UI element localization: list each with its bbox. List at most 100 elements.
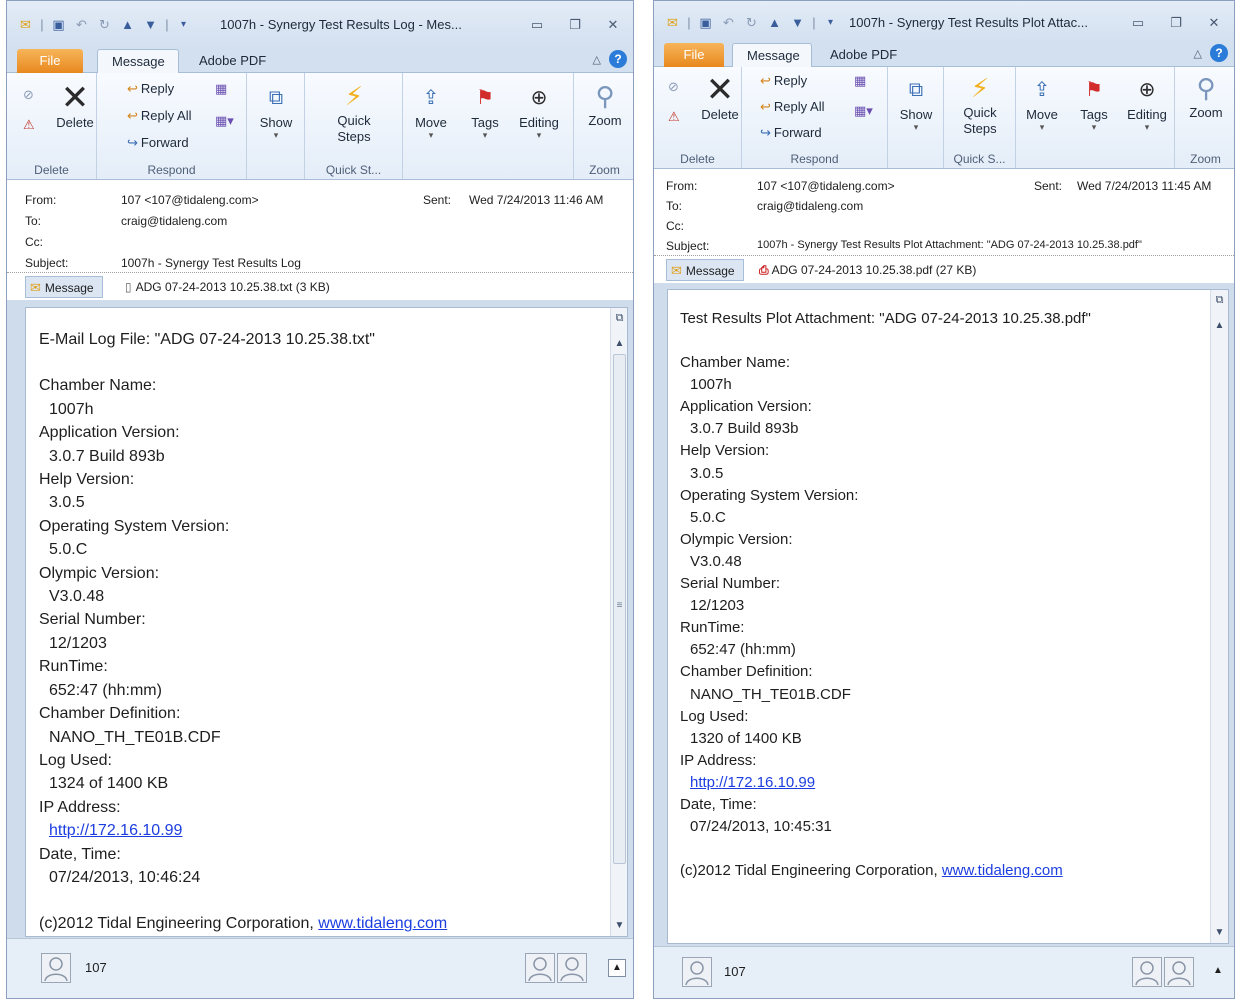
from-value[interactable]: 107 <107@tidaleng.com> [757, 179, 895, 193]
reply-button[interactable]: ↩ Reply [760, 73, 807, 89]
help-icon[interactable]: ? [609, 50, 627, 68]
down-arrow-icon[interactable]: ▼ [789, 15, 806, 31]
more-respond-icon[interactable]: ▦▾ [854, 103, 873, 119]
down-arrow-icon[interactable]: ▼ [142, 17, 159, 33]
help-icon[interactable]: ? [1210, 44, 1228, 62]
ribbon: ⊘ ⚠ ✕ Delete Delete ↩ Reply ↩ Reply All ↪ F… [654, 67, 1234, 169]
tags-button[interactable]: ⚑ Tags ▾ [1074, 75, 1114, 133]
editing-button[interactable]: ⊕ Editing ▾ [515, 83, 563, 141]
scroll-down-icon[interactable]: ▼ [611, 918, 627, 934]
delete-button[interactable]: ✕ Delete [55, 81, 95, 130]
customize-qat-icon[interactable]: ▾ [175, 17, 192, 33]
tab-message[interactable]: Message [732, 43, 812, 67]
person-avatar-icon[interactable] [557, 953, 587, 983]
up-arrow-icon[interactable]: ▲ [119, 17, 136, 33]
expand-people-pane-icon[interactable]: ▲ [1209, 963, 1227, 981]
vertical-scrollbar[interactable]: ⧉ ▲ ≡ ▼ [610, 308, 627, 936]
move-label: Move [415, 115, 447, 130]
show-dropdown-icon: ▾ [273, 130, 279, 140]
meeting-icon[interactable]: ▦ [215, 81, 227, 97]
minimize-icon[interactable]: ▭ [527, 17, 547, 33]
scroll-up-icon[interactable]: ▲ [1211, 318, 1228, 334]
forward-button[interactable]: ↪ Forward [127, 135, 189, 151]
delete-button[interactable]: ✕ Delete [700, 71, 740, 122]
scroll-up-icon[interactable]: ▲ [611, 336, 627, 352]
quick-steps-button[interactable]: ⚡ Quick Steps [315, 81, 393, 145]
copyright-line: (c)2012 Tidal Engineering Corporation, w… [39, 912, 447, 935]
show-button[interactable]: ⧉ Show ▾ [251, 83, 301, 141]
tab-message[interactable]: Message [97, 49, 179, 73]
ip-address-link[interactable]: http://172.16.10.99 [49, 822, 182, 839]
scroll-thumb[interactable]: ≡ [613, 354, 626, 864]
person-avatar-icon[interactable] [682, 957, 712, 987]
people-pane-icon[interactable]: ⧉ [1211, 292, 1228, 308]
tab-adobe-pdf[interactable]: Adobe PDF [816, 43, 911, 67]
quick-steps-label: Quick Steps [337, 113, 371, 144]
undo-icon[interactable]: ↶ [73, 17, 90, 33]
minimize-ribbon-icon[interactable]: △ [593, 53, 601, 66]
from-value[interactable]: 107 <107@tidaleng.com> [121, 193, 259, 207]
tags-button[interactable]: ⚑ Tags ▾ [465, 83, 505, 141]
more-respond-icon[interactable]: ▦▾ [215, 113, 234, 129]
website-link[interactable]: www.tidaleng.com [318, 915, 447, 932]
move-dropdown-icon: ▾ [1039, 122, 1045, 132]
person-avatar-icon[interactable] [1132, 957, 1162, 987]
up-arrow-icon[interactable]: ▲ [766, 15, 783, 31]
scroll-down-icon[interactable]: ▼ [1211, 925, 1228, 941]
tab-file[interactable]: File [664, 43, 724, 67]
field-value: 5.0.C [49, 541, 88, 559]
attachment-txt-file[interactable]: ▯ ADG 07-24-2013 10.25.38.txt (3 KB) [125, 276, 330, 298]
tab-adobe-pdf[interactable]: Adobe PDF [185, 49, 280, 73]
minimize-ribbon-icon[interactable]: △ [1194, 47, 1202, 60]
editing-button[interactable]: ⊕ Editing ▾ [1122, 75, 1172, 133]
restore-icon[interactable]: ❐ [1166, 15, 1186, 31]
close-icon[interactable]: ✕ [603, 17, 623, 33]
forward-button[interactable]: ↪ Forward [760, 125, 822, 141]
person-avatar-icon[interactable] [41, 953, 71, 983]
attachment-pdf-file[interactable]: ⎙ ADG 07-24-2013 10.25.38.pdf (27 KB) [759, 259, 976, 281]
expand-people-pane-icon[interactable]: ▲ [608, 959, 626, 977]
to-value[interactable]: craig@tidaleng.com [121, 214, 227, 228]
website-link[interactable]: www.tidaleng.com [942, 862, 1063, 879]
person-avatar-icon[interactable] [525, 953, 555, 983]
group-zoom: ⚲ Zoom Zoom [1174, 67, 1234, 168]
reply-all-button[interactable]: ↩ Reply All [760, 99, 824, 115]
redo-icon[interactable]: ↻ [96, 17, 113, 33]
magnifier-icon: ⚲ [595, 81, 615, 111]
message-attachment-tab[interactable]: ✉ Message [25, 276, 103, 298]
quick-steps-button[interactable]: ⚡ Quick Steps [948, 73, 1012, 137]
zoom-button[interactable]: ⚲ Zoom [580, 81, 630, 128]
meeting-icon[interactable]: ▦ [854, 73, 866, 89]
show-button[interactable]: ⧉ Show ▾ [891, 75, 941, 133]
copyright-text: (c)2012 Tidal Engineering Corporation, [39, 915, 319, 933]
reply-icon: ↩ [127, 81, 138, 96]
person-avatar-icon[interactable] [1164, 957, 1194, 987]
message-attachment-tab[interactable]: ✉ Message [666, 259, 744, 281]
save-icon[interactable]: ▣ [50, 17, 67, 33]
save-icon[interactable]: ▣ [697, 15, 714, 31]
zoom-button[interactable]: ⚲ Zoom [1181, 73, 1231, 120]
reply-all-button[interactable]: ↩ Reply All [127, 108, 191, 124]
ignore-icon[interactable]: ⊘ [23, 87, 34, 103]
minimize-icon[interactable]: ▭ [1128, 15, 1148, 31]
group-move-tags-editing: ⇪ Move ▾ ⚑ Tags ▾ ⊕ Editing ▾ [1016, 67, 1172, 168]
ignore-icon[interactable]: ⊘ [668, 79, 679, 95]
reply-button[interactable]: ↩ Reply [127, 81, 174, 97]
delete-x-icon: ✕ [705, 71, 735, 109]
to-value[interactable]: craig@tidaleng.com [757, 199, 863, 213]
vertical-scrollbar[interactable]: ⧉ ▲ ▼ [1210, 290, 1228, 943]
redo-icon[interactable]: ↻ [743, 15, 760, 31]
customize-qat-icon[interactable]: ▾ [822, 15, 839, 31]
ip-address-link[interactable]: http://172.16.10.99 [690, 774, 815, 791]
field-label: Operating System Version: [39, 517, 230, 535]
move-button[interactable]: ⇪ Move ▾ [1022, 75, 1062, 133]
restore-icon[interactable]: ❐ [565, 17, 585, 33]
sender-name: 107 [85, 960, 107, 975]
people-pane-icon[interactable]: ⧉ [611, 310, 627, 326]
junk-icon[interactable]: ⚠ [668, 109, 680, 125]
junk-icon[interactable]: ⚠ [23, 117, 35, 133]
move-button[interactable]: ⇪ Move ▾ [411, 83, 451, 141]
close-icon[interactable]: ✕ [1204, 15, 1224, 31]
tab-file[interactable]: File [17, 49, 83, 73]
undo-icon[interactable]: ↶ [720, 15, 737, 31]
